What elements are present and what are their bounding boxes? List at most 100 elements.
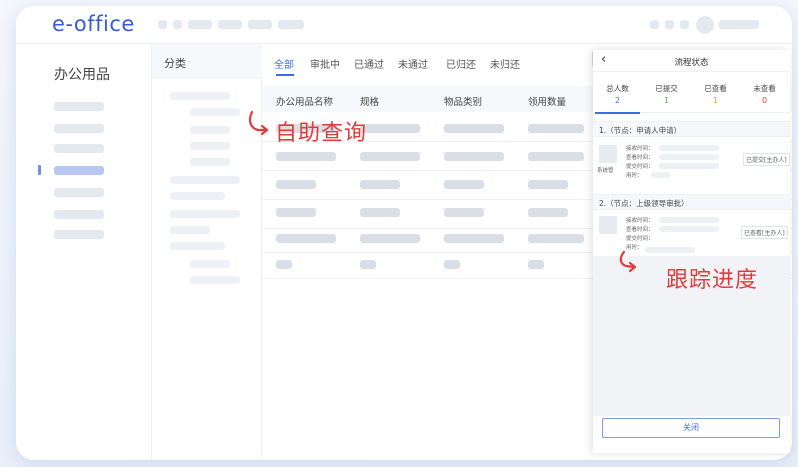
sidebar-item[interactable] bbox=[54, 210, 104, 219]
top-bar: e-office bbox=[16, 6, 792, 44]
table-cell bbox=[360, 260, 376, 269]
category-item[interactable] bbox=[170, 210, 240, 218]
annotation-arrow-2 bbox=[619, 250, 637, 273]
tab-all[interactable]: 全部 bbox=[274, 56, 294, 71]
category-item[interactable] bbox=[190, 276, 240, 284]
category-item[interactable] bbox=[170, 242, 225, 250]
tab-pending[interactable]: 审批中 bbox=[310, 56, 340, 71]
annotation-arrow-1 bbox=[248, 110, 269, 136]
node-title: 2.（节点：上级领导审批） bbox=[599, 199, 689, 208]
table-cell bbox=[444, 180, 484, 189]
table-cell bbox=[276, 152, 336, 161]
category-item[interactable] bbox=[170, 192, 225, 200]
top-icon-placeholder[interactable] bbox=[680, 20, 689, 29]
stat-viewed[interactable]: 已查看 1 bbox=[691, 73, 740, 113]
field-value bbox=[659, 154, 719, 160]
column-header-name: 办公用品名称 bbox=[276, 97, 334, 108]
table-cell bbox=[360, 124, 420, 133]
table-cell bbox=[360, 208, 400, 217]
node-person: 系统管 bbox=[597, 168, 614, 174]
table-cell bbox=[528, 208, 568, 217]
category-item[interactable] bbox=[190, 260, 230, 268]
table-cell bbox=[444, 234, 504, 243]
field-value bbox=[659, 226, 719, 232]
category-header: 分类 bbox=[152, 44, 262, 78]
top-icon-placeholder[interactable] bbox=[650, 20, 659, 29]
stat-value: 2 bbox=[614, 96, 621, 105]
table-cell bbox=[444, 152, 504, 161]
avatar bbox=[599, 216, 617, 234]
status-badge: 已提交[主办人] bbox=[743, 153, 790, 166]
field-label: 接收时间： bbox=[626, 146, 654, 152]
category-item[interactable] bbox=[190, 126, 230, 134]
column-header-spec: 规格 bbox=[360, 97, 380, 108]
sidebar: 办公用品 bbox=[16, 44, 152, 460]
table-cell bbox=[276, 208, 316, 217]
table-cell bbox=[528, 180, 568, 189]
top-menu-placeholder[interactable] bbox=[278, 20, 304, 29]
stat-unviewed[interactable]: 未查看 0 bbox=[740, 73, 789, 113]
category-item[interactable] bbox=[170, 92, 230, 100]
table-cell bbox=[276, 180, 316, 189]
column-header-quantity: 领用数量 bbox=[528, 97, 567, 108]
table-cell bbox=[444, 124, 504, 133]
top-menu-placeholder[interactable] bbox=[173, 20, 182, 29]
close-button[interactable]: 关闭 bbox=[602, 418, 780, 438]
panel-header: ‹ 流程状态 bbox=[593, 50, 790, 72]
top-icon-placeholder[interactable] bbox=[665, 20, 674, 29]
sidebar-item[interactable] bbox=[54, 188, 104, 197]
annotation-self-query: 自助查询 bbox=[275, 121, 368, 146]
tab-not-returned[interactable]: 未归还 bbox=[490, 56, 520, 71]
category-item[interactable] bbox=[190, 158, 230, 166]
stat-label: 总人数 bbox=[606, 84, 629, 93]
sidebar-item[interactable] bbox=[54, 144, 104, 153]
field-label: 提交时间： bbox=[626, 236, 654, 242]
top-menu-placeholder[interactable] bbox=[188, 20, 212, 29]
stat-value: 1 bbox=[663, 96, 670, 105]
category-item[interactable] bbox=[170, 176, 240, 184]
field-label: 提交时间： bbox=[626, 164, 654, 170]
sidebar-item[interactable] bbox=[54, 124, 104, 133]
annotation-track-progress: 跟踪进度 bbox=[666, 268, 759, 293]
sidebar-item[interactable] bbox=[54, 102, 104, 111]
active-indicator bbox=[38, 165, 41, 175]
field-label: 用时： bbox=[626, 173, 643, 179]
avatar[interactable] bbox=[696, 16, 714, 34]
app-logo: e-office bbox=[52, 12, 135, 36]
stat-label: 已提交 bbox=[655, 84, 678, 93]
sidebar-item-active[interactable] bbox=[54, 166, 104, 175]
table-cell bbox=[528, 260, 544, 269]
sidebar-title: 办公用品 bbox=[54, 67, 110, 83]
top-menu-placeholder[interactable] bbox=[248, 20, 272, 29]
tab-rejected[interactable]: 未通过 bbox=[398, 56, 428, 71]
category-item[interactable] bbox=[190, 108, 240, 116]
column-header-category: 物品类别 bbox=[444, 97, 483, 108]
top-menu-placeholder[interactable] bbox=[218, 20, 242, 29]
panel-title: 流程状态 bbox=[674, 58, 709, 68]
tab-returned[interactable]: 已归还 bbox=[446, 56, 476, 71]
table-cell bbox=[444, 260, 460, 269]
field-label: 查看时间： bbox=[626, 155, 654, 161]
category-item[interactable] bbox=[190, 142, 230, 150]
table-cell bbox=[444, 208, 484, 217]
node-title: 1.（节点：申请人申请） bbox=[599, 126, 682, 135]
field-value bbox=[659, 163, 719, 169]
stat-total[interactable]: 总人数 2 bbox=[593, 73, 642, 114]
field-value bbox=[659, 145, 719, 151]
status-badge: 已查看[主办人] bbox=[741, 226, 788, 239]
stat-submitted[interactable]: 已提交 1 bbox=[642, 73, 691, 113]
sidebar-item[interactable] bbox=[54, 230, 104, 239]
table-cell bbox=[528, 234, 584, 243]
field-value bbox=[651, 172, 671, 178]
table-cell bbox=[528, 152, 584, 161]
category-item[interactable] bbox=[170, 226, 210, 234]
user-name-placeholder bbox=[719, 20, 759, 29]
stats-bar: 总人数 2 已提交 1 已查看 1 未查看 0 bbox=[593, 73, 790, 114]
avatar bbox=[599, 145, 617, 163]
stat-label: 未查看 bbox=[753, 84, 776, 93]
tab-approved[interactable]: 已通过 bbox=[354, 56, 384, 71]
field-label: 查看时间： bbox=[626, 227, 654, 233]
top-menu-placeholder[interactable] bbox=[158, 20, 167, 29]
category-header-label: 分类 bbox=[164, 57, 186, 70]
active-stat-underline bbox=[595, 112, 640, 114]
